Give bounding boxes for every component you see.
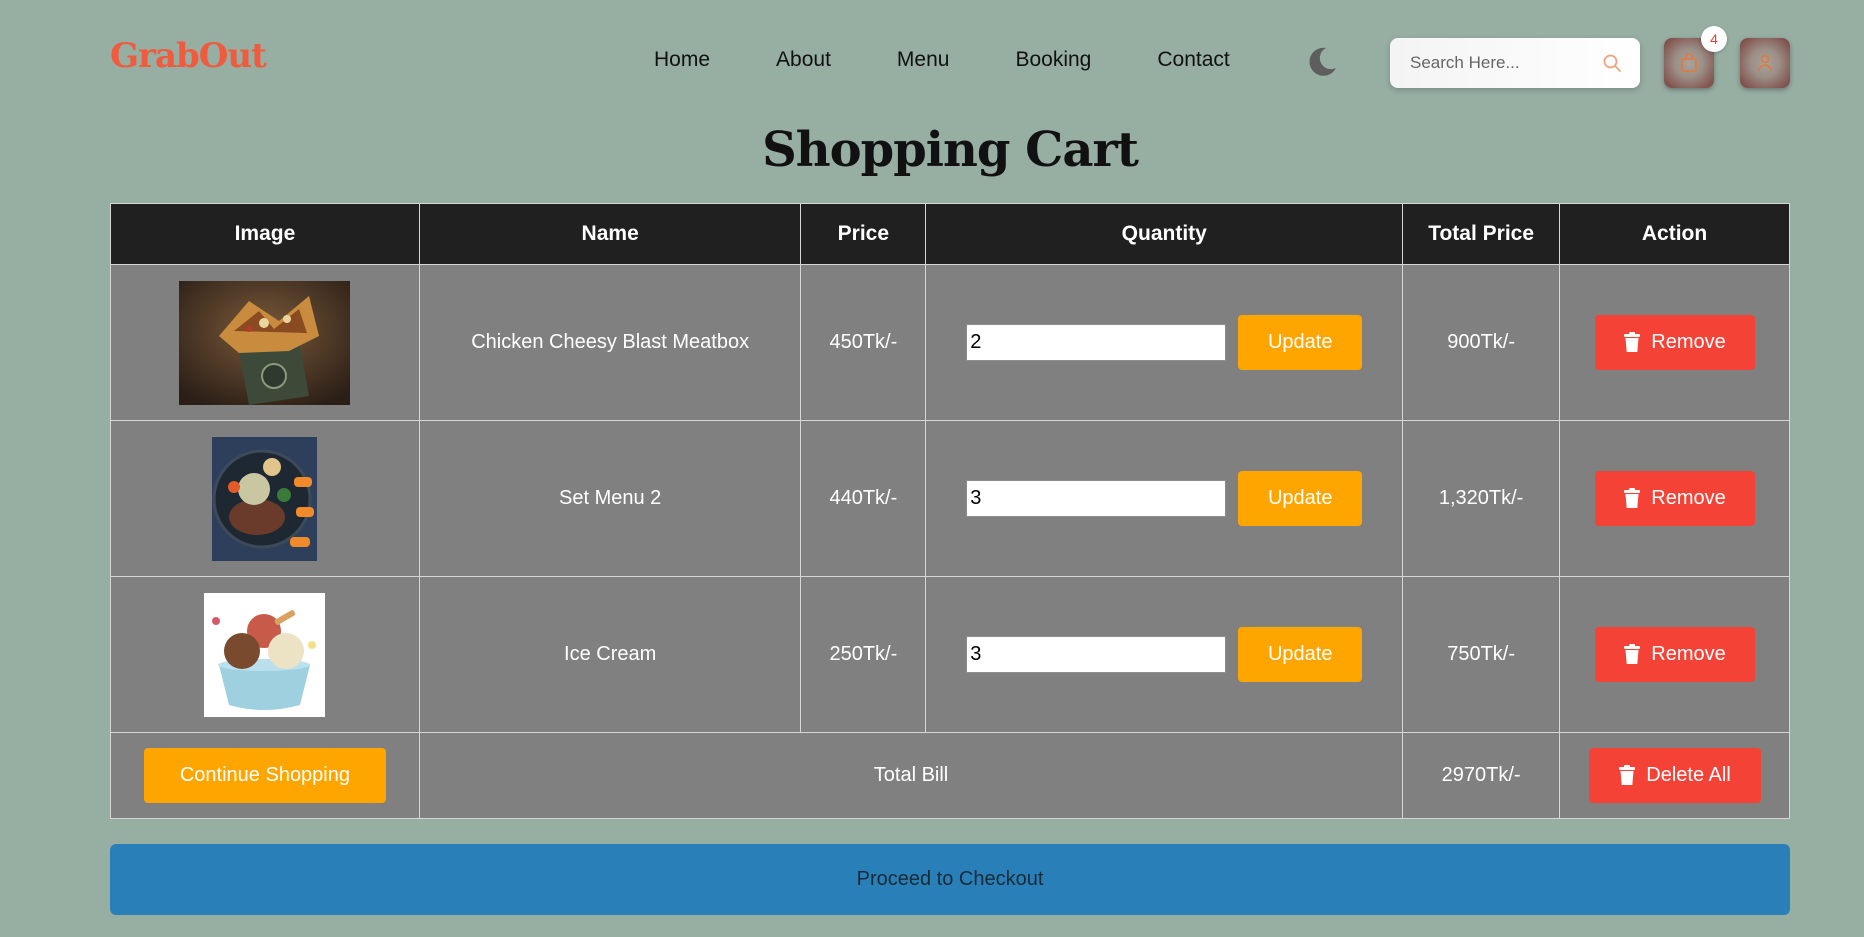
header-image: Image — [110, 203, 420, 265]
header-price: Price — [800, 203, 927, 265]
cell-price: 450Tk/- — [800, 264, 927, 421]
cell-total-price: 750Tk/- — [1402, 576, 1561, 733]
cell-action: Remove — [1559, 264, 1790, 421]
meatbox-photo — [179, 280, 351, 405]
cell-price: 250Tk/- — [800, 576, 927, 733]
nav-booking[interactable]: Booking — [1015, 48, 1091, 72]
remove-label: Remove — [1651, 487, 1726, 509]
cell-name: Set Menu 2 — [418, 420, 802, 577]
cell-image — [110, 420, 420, 577]
set-menu-photo — [212, 436, 318, 561]
brand-logo[interactable]: GrabOut — [110, 36, 267, 76]
quantity-input[interactable] — [966, 636, 1227, 673]
proceed-to-checkout-button[interactable]: Proceed to Checkout — [110, 844, 1790, 915]
cell-total-price: 900Tk/- — [1402, 264, 1561, 421]
remove-label: Remove — [1651, 643, 1726, 665]
search-icon[interactable] — [1602, 53, 1622, 73]
total-bill-value: 2970Tk/- — [1402, 732, 1561, 819]
user-icon — [1758, 54, 1772, 72]
cell-image — [110, 264, 420, 421]
nav-about[interactable]: About — [776, 48, 831, 72]
delete-all-label: Delete All — [1646, 764, 1731, 786]
header-total-price: Total Price — [1402, 203, 1561, 265]
nav-menu[interactable]: Menu — [897, 48, 950, 72]
cell-total-price: 1,320Tk/- — [1402, 420, 1561, 577]
cell-price: 440Tk/- — [800, 420, 927, 577]
cell-action: Remove — [1559, 576, 1790, 733]
user-button[interactable] — [1740, 38, 1790, 88]
search-box — [1390, 38, 1640, 88]
remove-label: Remove — [1651, 331, 1726, 353]
update-button[interactable]: Update — [1238, 471, 1363, 526]
trash-icon — [1624, 644, 1641, 664]
cell-continue: Continue Shopping — [110, 732, 420, 819]
cell-image — [110, 576, 420, 733]
cell-name: Ice Cream — [418, 576, 802, 733]
update-button[interactable]: Update — [1238, 627, 1363, 682]
remove-button[interactable]: Remove — [1594, 471, 1755, 526]
cell-delete-all: Delete All — [1559, 732, 1790, 819]
cell-quantity: Update — [925, 264, 1404, 421]
table-header-row: Image Name Price Quantity Total Price Ac… — [110, 203, 1790, 265]
quantity-input[interactable] — [966, 324, 1227, 361]
search-input[interactable] — [1408, 52, 1598, 74]
dark-mode-toggle[interactable] — [1304, 44, 1340, 80]
total-bill-label: Total Bill — [418, 732, 1404, 819]
cell-name: Chicken Cheesy Blast Meatbox — [418, 264, 802, 421]
header: GrabOut Home About Menu Booking Contact … — [0, 0, 1864, 125]
trash-icon — [1619, 765, 1636, 785]
trash-icon — [1624, 488, 1641, 508]
main-nav: Home About Menu Booking Contact — [654, 48, 1230, 72]
cart-table: Image Name Price Quantity Total Price Ac… — [110, 203, 1790, 819]
table-row: Ice Cream 250Tk/- Update 750Tk/- Remove — [110, 576, 1790, 733]
cart-count-badge: 4 — [1701, 26, 1727, 52]
total-row: Continue Shopping Total Bill 2970Tk/- De… — [110, 732, 1790, 819]
continue-shopping-button[interactable]: Continue Shopping — [143, 748, 386, 803]
table-row: Chicken Cheesy Blast Meatbox 450Tk/- Upd… — [110, 264, 1790, 421]
header-action: Action — [1559, 203, 1790, 265]
page-title: Shopping Cart — [762, 122, 1139, 178]
remove-button[interactable]: Remove — [1594, 315, 1755, 370]
header-quantity: Quantity — [925, 203, 1404, 265]
remove-button[interactable]: Remove — [1594, 627, 1755, 682]
cell-quantity: Update — [925, 420, 1404, 577]
nav-contact[interactable]: Contact — [1157, 48, 1229, 72]
nav-home[interactable]: Home — [654, 48, 710, 72]
update-button[interactable]: Update — [1238, 315, 1363, 370]
table-row: Set Menu 2 440Tk/- Update 1,320Tk/- Remo… — [110, 420, 1790, 577]
delete-all-button[interactable]: Delete All — [1588, 748, 1761, 803]
cell-quantity: Update — [925, 576, 1404, 733]
header-name: Name — [418, 203, 802, 265]
ice-cream-photo — [204, 592, 326, 717]
moon-icon — [1309, 47, 1336, 76]
quantity-input[interactable] — [966, 480, 1227, 517]
cell-action: Remove — [1559, 420, 1790, 577]
trash-icon — [1624, 332, 1641, 352]
shopping-bag-icon — [1681, 53, 1697, 72]
